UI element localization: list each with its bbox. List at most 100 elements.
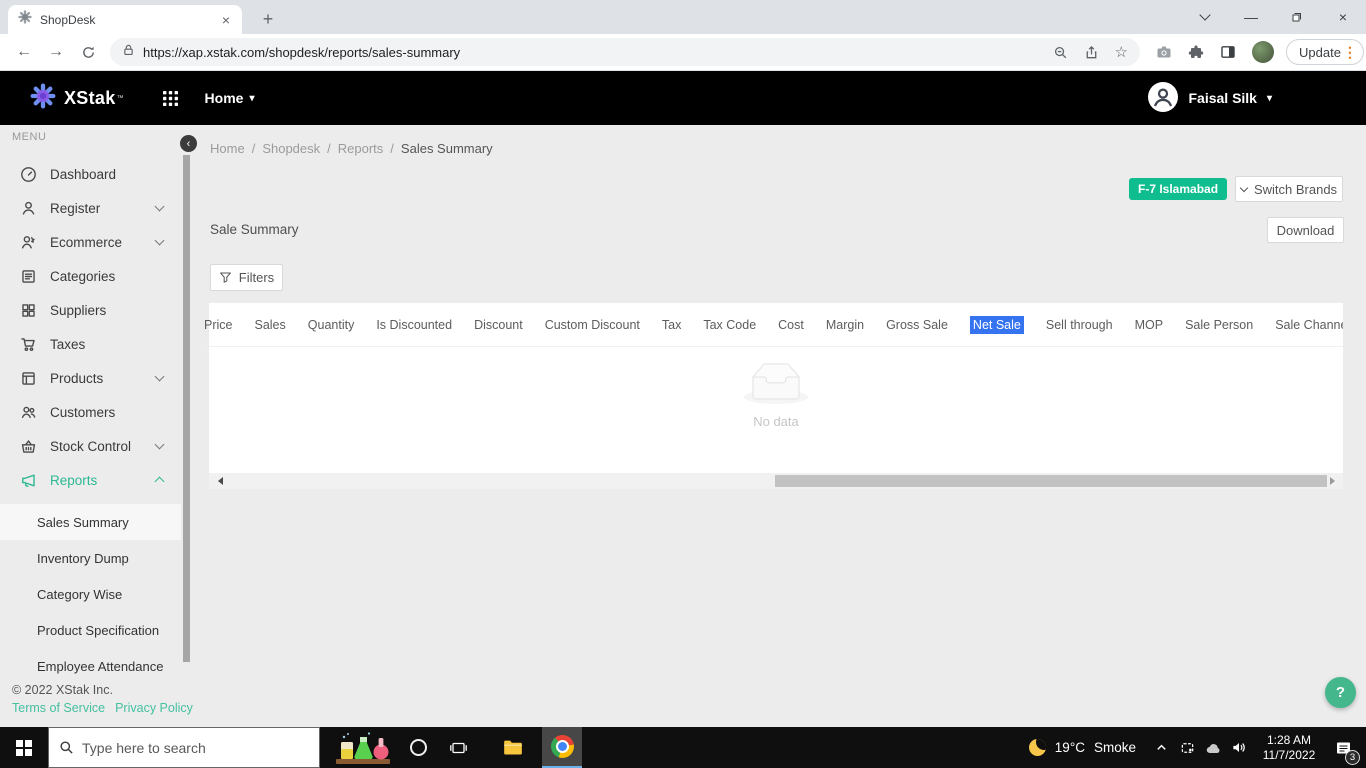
time: 1:28 AM bbox=[1266, 732, 1312, 747]
breadcrumb-shopdesk[interactable]: Shopdesk bbox=[262, 141, 320, 156]
reload-button[interactable] bbox=[72, 45, 104, 60]
column-header[interactable]: Cost bbox=[778, 318, 804, 332]
sidebar-subitem-sales-summary[interactable]: Sales Summary bbox=[0, 504, 181, 540]
sidebar-item-stock-control[interactable]: Stock Control bbox=[0, 429, 181, 463]
forward-button[interactable]: → bbox=[40, 43, 72, 61]
column-header[interactable]: Gross Sale bbox=[886, 318, 948, 332]
empty-state: No data bbox=[209, 363, 1343, 429]
sidebar-item-register[interactable]: Register bbox=[0, 191, 181, 225]
user-menu[interactable]: Faisal Silk ▾ bbox=[1148, 81, 1272, 115]
breadcrumb-reports[interactable]: Reports bbox=[338, 141, 384, 156]
address-bar[interactable]: https://xap.xstak.com/shopdesk/reports/s… bbox=[110, 38, 1140, 66]
extensions-puzzle-icon[interactable] bbox=[1180, 44, 1212, 60]
search-input[interactable] bbox=[82, 739, 282, 756]
scroll-right-arrow[interactable] bbox=[1327, 473, 1341, 489]
sidebar-scrollbar[interactable] bbox=[183, 155, 190, 662]
column-header[interactable]: Sale Person bbox=[1185, 318, 1253, 332]
start-button[interactable] bbox=[0, 727, 48, 768]
chevron-down-icon bbox=[154, 371, 165, 382]
bookmark-star-icon[interactable]: ☆ bbox=[1115, 43, 1128, 61]
privacy-policy-link[interactable]: Privacy Policy bbox=[115, 701, 193, 715]
terms-of-service-link[interactable]: Terms of Service bbox=[12, 701, 105, 715]
column-header[interactable]: Tax bbox=[662, 318, 681, 332]
sidebar-item-categories[interactable]: Categories bbox=[0, 259, 181, 293]
volume-button[interactable] bbox=[1226, 740, 1252, 755]
sidebar-collapse-button[interactable]: ‹ bbox=[180, 135, 197, 152]
column-header[interactable]: MOP bbox=[1135, 318, 1163, 332]
sidebar-nav: Dashboard Register Ecommerce Categories … bbox=[0, 157, 181, 684]
task-view-button[interactable] bbox=[438, 727, 478, 768]
sidebar-subitem-product-specification[interactable]: Product Specification bbox=[0, 612, 181, 648]
kebab-menu-icon: ⋮ bbox=[1342, 43, 1357, 60]
sidebar-subitem-category-wise[interactable]: Category Wise bbox=[0, 576, 181, 612]
sidebar-subitem-inventory-dump[interactable]: Inventory Dump bbox=[0, 540, 181, 576]
onedrive-button[interactable] bbox=[1200, 741, 1226, 755]
column-header-selected[interactable]: Net Sale bbox=[969, 315, 1024, 334]
window-restore-button[interactable] bbox=[1274, 0, 1320, 34]
lock-icon bbox=[122, 43, 135, 62]
browser-tab[interactable]: ShopDesk × bbox=[8, 5, 242, 34]
sidebar-item-ecommerce[interactable]: Ecommerce bbox=[0, 225, 181, 259]
xstak-logo[interactable]: XStak ™ bbox=[30, 83, 124, 114]
chevron-down-icon bbox=[1199, 9, 1211, 21]
trademark: ™ bbox=[116, 94, 124, 102]
file-explorer-button[interactable] bbox=[493, 727, 533, 768]
share-icon[interactable] bbox=[1084, 45, 1099, 60]
window-minimize-button[interactable]: — bbox=[1228, 0, 1274, 34]
caret-down-icon: ▾ bbox=[1266, 92, 1272, 104]
horizontal-scrollbar[interactable] bbox=[209, 473, 1343, 489]
sidebar-item-dashboard[interactable]: Dashboard bbox=[0, 157, 181, 191]
browser-profile-avatar[interactable] bbox=[1252, 41, 1274, 63]
sidebar-item-products[interactable]: Products bbox=[0, 361, 181, 395]
show-hidden-icons-button[interactable] bbox=[1148, 741, 1174, 754]
system-tray: 19°C Smoke 1:28 AM 11/7/2022 3 bbox=[1021, 727, 1366, 768]
back-button[interactable]: ← bbox=[8, 43, 40, 61]
breadcrumb-home[interactable]: Home bbox=[210, 141, 245, 156]
breadcrumb-current: Sales Summary bbox=[400, 141, 493, 156]
notification-count-badge: 3 bbox=[1345, 750, 1360, 765]
column-header[interactable]: Quantity bbox=[308, 318, 355, 332]
update-menu-button[interactable]: Update ⋮ bbox=[1286, 39, 1364, 65]
column-header[interactable]: Margin bbox=[826, 318, 864, 332]
apps-grid-icon[interactable] bbox=[162, 90, 179, 107]
tab-close-icon[interactable]: × bbox=[218, 12, 234, 28]
help-button[interactable]: ? bbox=[1325, 677, 1356, 708]
zoom-icon[interactable] bbox=[1053, 45, 1068, 60]
action-center-button[interactable]: 3 bbox=[1326, 727, 1360, 768]
switch-brands-button[interactable]: Switch Brands bbox=[1235, 176, 1343, 202]
side-panel-icon[interactable] bbox=[1212, 44, 1244, 60]
clock-widget[interactable]: 1:28 AM 11/7/2022 bbox=[1257, 733, 1321, 763]
scrollbar-thumb[interactable] bbox=[775, 475, 1327, 487]
cast-device-button[interactable] bbox=[1174, 741, 1200, 755]
scroll-left-arrow[interactable] bbox=[211, 473, 225, 489]
column-header[interactable]: Tax Code bbox=[703, 318, 756, 332]
sidebar-item-customers[interactable]: Customers bbox=[0, 395, 181, 429]
tab-search-chevron-icon[interactable] bbox=[1182, 0, 1228, 34]
column-header[interactable]: Discount bbox=[474, 318, 523, 332]
column-header[interactable]: Custom Discount bbox=[545, 318, 640, 332]
left-triangle-icon bbox=[214, 477, 223, 485]
reports-submenu: Sales Summary Inventory Dump Category Wi… bbox=[0, 504, 181, 684]
copyright: © 2022 XStak Inc. bbox=[12, 683, 113, 697]
camera-extension-icon[interactable] bbox=[1148, 44, 1180, 60]
new-tab-button[interactable]: + bbox=[254, 5, 282, 33]
taskbar-search[interactable] bbox=[48, 727, 320, 768]
column-header[interactable]: Price bbox=[204, 318, 232, 332]
cortana-button[interactable] bbox=[398, 727, 438, 768]
column-header[interactable]: Sale Channel bbox=[1275, 318, 1343, 332]
home-menu[interactable]: Home ▾ bbox=[205, 90, 255, 106]
sidebar-item-reports[interactable]: Reports bbox=[0, 463, 181, 497]
right-triangle-icon bbox=[1329, 477, 1339, 485]
browser-toolbar: ← → https://xap.xstak.com/shopdesk/repor… bbox=[0, 34, 1366, 71]
chrome-taskbar-button[interactable] bbox=[542, 727, 582, 768]
column-header[interactable]: Sell through bbox=[1046, 318, 1113, 332]
weather-widget[interactable]: 19°C Smoke bbox=[1021, 739, 1148, 756]
download-button[interactable]: Download bbox=[1267, 217, 1344, 243]
sidebar-item-suppliers[interactable]: Suppliers bbox=[0, 293, 181, 327]
column-header[interactable]: Is Discounted bbox=[376, 318, 452, 332]
filters-button[interactable]: Filters bbox=[210, 264, 283, 291]
column-header[interactable]: Sales bbox=[254, 318, 285, 332]
sidebar-item-taxes[interactable]: Taxes bbox=[0, 327, 181, 361]
url-text[interactable]: https://xap.xstak.com/shopdesk/reports/s… bbox=[143, 45, 1037, 60]
window-close-button[interactable]: × bbox=[1320, 0, 1366, 34]
